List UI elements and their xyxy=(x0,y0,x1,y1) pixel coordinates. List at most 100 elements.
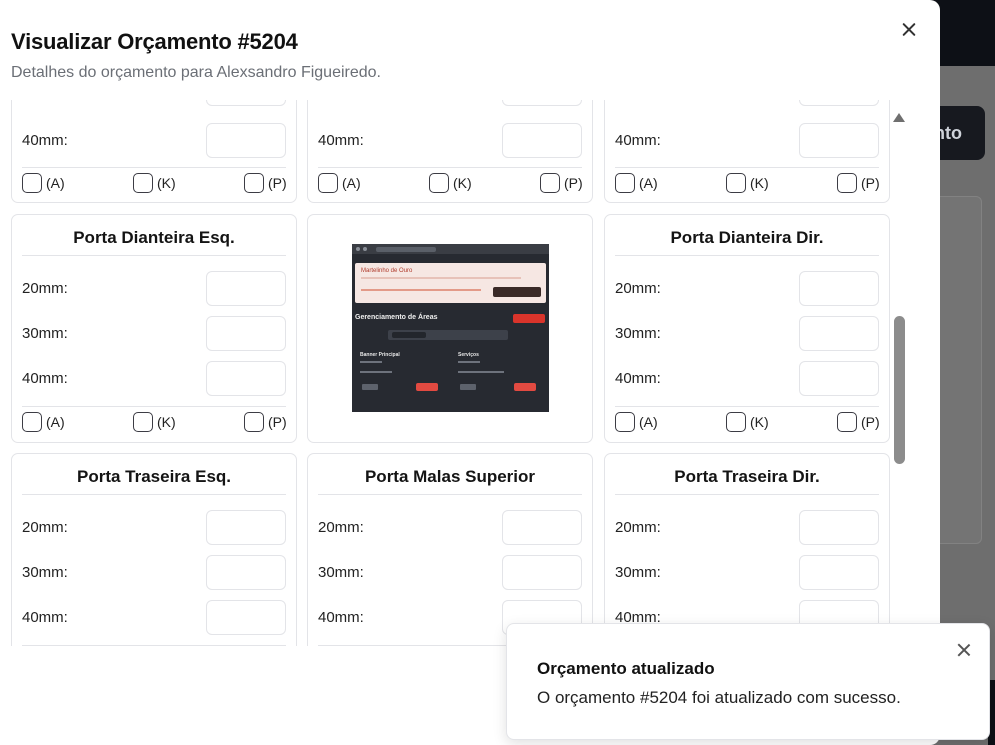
check-k[interactable]: (K) xyxy=(726,412,769,432)
card-title: Porta Traseira Dir. xyxy=(615,467,879,495)
checkbox[interactable] xyxy=(615,412,635,432)
preview-browser-bar xyxy=(352,244,549,254)
card-title: Porta Dianteira Dir. xyxy=(615,228,879,256)
mm40-input[interactable] xyxy=(502,123,582,158)
modal-scroll-area[interactable]: 40mm: (A) (K) (P) 40mm: (A) (K) (P) 40mm… xyxy=(0,100,910,646)
mm40-input[interactable] xyxy=(799,361,879,396)
screenshot-preview-image[interactable]: Martelinho de Ouro Gerenciamento de Área… xyxy=(352,244,549,412)
mm30-label: 30mm: xyxy=(22,564,68,581)
divider xyxy=(22,167,286,168)
mm40-label: 40mm: xyxy=(22,609,68,626)
mm30-input[interactable] xyxy=(799,555,879,590)
mm20-label: 20mm: xyxy=(615,519,661,536)
check-k[interactable]: (K) xyxy=(133,173,176,193)
mm30-input[interactable] xyxy=(799,316,879,351)
mm30-input[interactable] xyxy=(206,555,286,590)
scrollbar-thumb[interactable] xyxy=(894,316,905,464)
mm20-label: 20mm: xyxy=(22,280,68,297)
checkbox[interactable] xyxy=(540,173,560,193)
check-a[interactable]: (A) xyxy=(22,173,65,193)
mm30-input[interactable] xyxy=(206,100,286,106)
preview-heading: Gerenciamento de Áreas xyxy=(355,314,438,321)
checkbox[interactable] xyxy=(244,173,264,193)
check-p-label: (P) xyxy=(861,414,880,430)
mm40-input[interactable] xyxy=(206,361,286,396)
check-p[interactable]: (P) xyxy=(244,412,287,432)
check-k[interactable]: (K) xyxy=(726,173,769,193)
mm30-input[interactable] xyxy=(502,100,582,106)
mm30-label: 30mm: xyxy=(318,564,364,581)
preview-notice: Martelinho de Ouro xyxy=(355,263,546,303)
check-k-label: (K) xyxy=(157,414,176,430)
divider xyxy=(22,406,286,407)
scroll-up-arrow-icon[interactable] xyxy=(893,113,905,122)
mm40-input[interactable] xyxy=(799,123,879,158)
part-card-front-left: Porta Dianteira Esq. 20mm: 30mm: 40mm: (… xyxy=(11,214,297,443)
close-icon[interactable] xyxy=(955,641,973,659)
check-k-label: (K) xyxy=(750,175,769,191)
check-a[interactable]: (A) xyxy=(615,412,658,432)
checkbox[interactable] xyxy=(318,173,338,193)
preview-col1-title: Banner Principal xyxy=(360,352,400,358)
check-k[interactable]: (K) xyxy=(429,173,472,193)
check-a[interactable]: (A) xyxy=(22,412,65,432)
mm20-input[interactable] xyxy=(502,510,582,545)
checkbox[interactable] xyxy=(22,173,42,193)
part-card-top-right: 40mm: (A) (K) (P) xyxy=(604,100,890,203)
check-p-label: (P) xyxy=(268,414,287,430)
check-p[interactable]: (P) xyxy=(244,173,287,193)
check-p[interactable]: (P) xyxy=(837,412,880,432)
check-a[interactable]: (A) xyxy=(318,173,361,193)
card-title: Porta Dianteira Esq. xyxy=(22,228,286,256)
mm30-input[interactable] xyxy=(502,555,582,590)
mm40-label: 40mm: xyxy=(22,370,68,387)
mm20-input[interactable] xyxy=(799,510,879,545)
mm30-input[interactable] xyxy=(799,100,879,106)
toast-message: O orçamento #5204 foi atualizado com suc… xyxy=(537,688,901,707)
mm20-input[interactable] xyxy=(206,271,286,306)
mm30-label: 30mm: xyxy=(615,564,661,581)
card-title: Porta Traseira Esq. xyxy=(22,467,286,495)
part-card-top-middle: 40mm: (A) (K) (P) xyxy=(307,100,593,203)
checkbox[interactable] xyxy=(133,412,153,432)
checkbox[interactable] xyxy=(22,412,42,432)
check-a[interactable]: (A) xyxy=(615,173,658,193)
check-k-label: (K) xyxy=(750,414,769,430)
checkbox[interactable] xyxy=(837,173,857,193)
checkbox[interactable] xyxy=(837,412,857,432)
check-a-label: (A) xyxy=(639,414,658,430)
checkbox[interactable] xyxy=(244,412,264,432)
checkbox[interactable] xyxy=(726,173,746,193)
mm40-input[interactable] xyxy=(206,123,286,158)
mm20-label: 20mm: xyxy=(22,519,68,536)
check-a-label: (A) xyxy=(46,414,65,430)
divider xyxy=(22,645,286,646)
part-card-trunk-top: Porta Malas Superior 20mm: 30mm: 40mm: xyxy=(307,453,593,646)
mm40-input[interactable] xyxy=(206,600,286,635)
check-p-label: (P) xyxy=(564,175,583,191)
check-a-label: (A) xyxy=(342,175,361,191)
divider xyxy=(615,406,879,407)
mm20-input[interactable] xyxy=(206,510,286,545)
checkbox[interactable] xyxy=(429,173,449,193)
check-k[interactable]: (K) xyxy=(133,412,176,432)
check-k-label: (K) xyxy=(453,175,472,191)
check-p-label: (P) xyxy=(268,175,287,191)
check-a-label: (A) xyxy=(639,175,658,191)
divider xyxy=(318,167,582,168)
part-card-front-right: Porta Dianteira Dir. 20mm: 30mm: 40mm: (… xyxy=(604,214,890,443)
mm20-input[interactable] xyxy=(799,271,879,306)
mm40-label: 40mm: xyxy=(22,132,68,149)
modal-subtitle: Detalhes do orçamento para Alexsandro Fi… xyxy=(11,64,381,81)
close-icon[interactable] xyxy=(898,19,920,41)
mm30-input[interactable] xyxy=(206,316,286,351)
check-p[interactable]: (P) xyxy=(837,173,880,193)
checkbox[interactable] xyxy=(726,412,746,432)
checkbox[interactable] xyxy=(615,173,635,193)
mm40-label: 40mm: xyxy=(318,609,364,626)
mm40-label: 40mm: xyxy=(615,132,661,149)
checkbox[interactable] xyxy=(133,173,153,193)
check-p-label: (P) xyxy=(861,175,880,191)
toast-title: Orçamento atualizado xyxy=(537,659,715,678)
check-p[interactable]: (P) xyxy=(540,173,583,193)
